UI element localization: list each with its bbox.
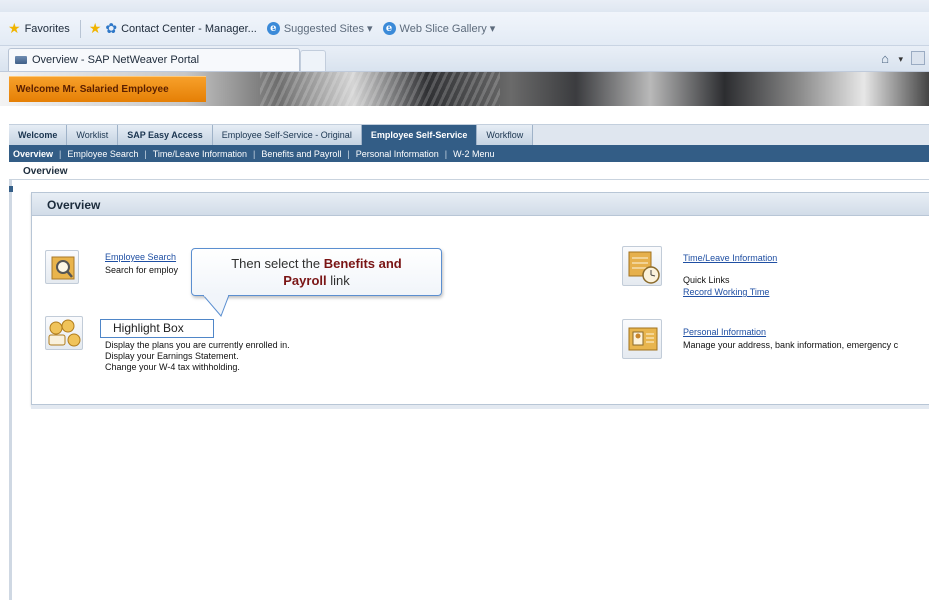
nav-tab-welcome[interactable]: Welcome <box>9 125 68 145</box>
panel-shadow <box>31 405 929 409</box>
favorite-link-label: Web Slice Gallery ▾ <box>399 23 496 35</box>
home-dropdown-icon[interactable]: ▾ <box>898 54 903 65</box>
browser-tab-title: Overview - SAP NetWeaver Portal <box>32 54 200 66</box>
subnav-separator: | <box>444 148 448 159</box>
nav-tab-workflow[interactable]: Workflow <box>477 125 534 145</box>
time-leave-icon[interactable] <box>622 246 662 286</box>
tutorial-callout: Then select the Benefits and Payroll lin… <box>191 248 442 296</box>
nav-tab-worklist[interactable]: Worklist <box>67 125 119 145</box>
browser-tab-bar: Overview - SAP NetWeaver Portal <box>0 46 929 72</box>
benefits-description-line: Change your W-4 tax withholding. <box>105 362 240 372</box>
record-working-time-link[interactable]: Record Working Time <box>683 287 769 297</box>
subnav-w2-menu[interactable]: W-2 Menu <box>453 149 494 159</box>
favorite-suggested-sites[interactable]: e Suggested Sites ▾ <box>266 22 373 35</box>
browser-menu-strip <box>0 0 929 12</box>
callout-suffix: link <box>326 273 350 288</box>
time-leave-description: Quick Links <box>683 275 730 285</box>
time-leave-link[interactable]: Time/Leave Information <box>683 253 777 263</box>
top-level-navigation: Welcome Worklist SAP Easy Access Employe… <box>9 124 929 145</box>
subnav-overview[interactable]: Overview <box>13 149 53 159</box>
employee-search-icon[interactable] <box>45 250 79 284</box>
page-title: Overview <box>9 162 929 180</box>
nav-tab-sap-easy-access[interactable]: SAP Easy Access <box>118 125 213 145</box>
browser-window: ★ Favorites ★ ✿ Contact Center - Manager… <box>0 0 929 600</box>
browser-tab-overview[interactable]: Overview - SAP NetWeaver Portal <box>8 48 300 71</box>
header-spacer <box>0 106 929 124</box>
subnav-time-leave[interactable]: Time/Leave Information <box>153 149 247 159</box>
header-decoration <box>260 72 500 106</box>
welcome-message: Welcome Mr. Salaried Employee <box>9 76 206 102</box>
home-icon[interactable]: ⌂ <box>881 51 889 66</box>
subnav-benefits-payroll[interactable]: Benefits and Payroll <box>261 149 341 159</box>
callout-bold-text: Benefits and <box>323 256 402 271</box>
favorite-contact-center[interactable]: ★ ✿ Contact Center - Manager... <box>89 20 257 37</box>
personal-information-description: Manage your address, bank information, e… <box>683 340 899 350</box>
overview-panel: Overview <box>31 192 929 405</box>
benefits-description-line: Display your Earnings Statement. <box>105 351 239 361</box>
callout-bold-text: Payroll <box>283 273 327 288</box>
benefits-description-line: Display the plans you are currently enro… <box>105 340 290 350</box>
web-slice-gallery-icon: e <box>382 22 396 35</box>
favorites-button[interactable]: ★ Favorites <box>8 20 70 37</box>
favorites-bar: ★ Favorites ★ ✿ Contact Center - Manager… <box>0 12 929 46</box>
favorite-web-slice-gallery[interactable]: e Web Slice Gallery ▾ <box>382 22 496 35</box>
add-favorite-icon: ★ <box>88 20 102 36</box>
feeds-icon[interactable] <box>911 51 925 65</box>
subnav-separator: | <box>252 148 256 159</box>
favorite-link-label: Suggested Sites ▾ <box>283 23 373 35</box>
employee-search-description: Search for employ <box>105 265 179 275</box>
callout-pointer <box>203 295 230 317</box>
subnav-personal-information[interactable]: Personal Information <box>356 149 439 159</box>
contact-center-icon: ✿ <box>105 20 118 36</box>
benefits-payroll-icon[interactable] <box>45 316 83 350</box>
callout-prefix: Then select the <box>231 256 324 271</box>
suggested-sites-icon: e <box>266 22 280 35</box>
favorites-label: Favorites <box>24 22 70 35</box>
personal-information-link[interactable]: Personal Information <box>683 327 766 337</box>
subnav-separator: | <box>144 148 147 159</box>
highlight-box[interactable]: Highlight Box <box>100 319 214 338</box>
nav-tab-ess-original[interactable]: Employee Self-Service - Original <box>212 125 362 145</box>
subnav-separator: | <box>347 148 350 159</box>
favorites-star-icon: ★ <box>8 20 21 36</box>
subnav-separator: | <box>59 148 62 159</box>
employee-search-link[interactable]: Employee Search <box>105 252 176 262</box>
new-tab-button[interactable] <box>300 50 326 71</box>
favorite-link-label: Contact Center - Manager... <box>121 22 257 35</box>
detailed-navigation: Overview | Employee Search | Time/Leave … <box>9 145 929 162</box>
nav-tab-employee-self-service[interactable]: Employee Self-Service <box>361 125 478 145</box>
sap-page-icon <box>15 56 27 64</box>
favorites-separator <box>79 19 81 38</box>
expand-navigation-handle[interactable] <box>9 186 13 192</box>
personal-information-icon[interactable] <box>622 319 662 359</box>
navigation-panel-rail <box>9 180 12 600</box>
subnav-employee-search[interactable]: Employee Search <box>67 149 138 159</box>
overview-panel-title: Overview <box>32 193 929 216</box>
